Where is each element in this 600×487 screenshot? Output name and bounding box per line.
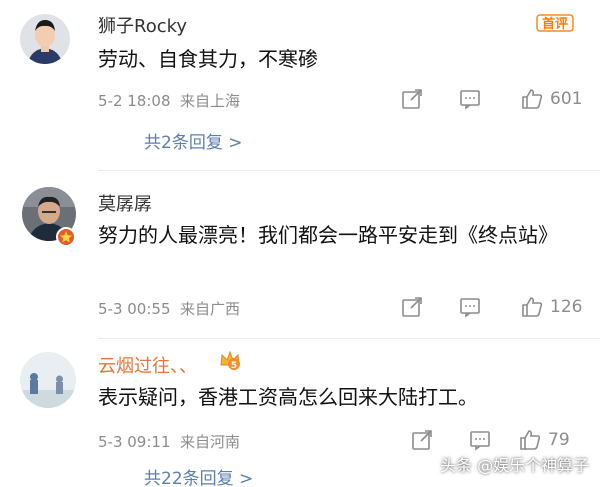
- share-icon[interactable]: [410, 428, 434, 452]
- comment-actions: 126: [400, 295, 582, 319]
- comment-meta: 5-3 00:55 来自广西: [98, 298, 240, 319]
- comment-meta: 5-2 18:08 来自上海: [98, 90, 240, 111]
- comment-location: 来自上海: [180, 92, 241, 110]
- username[interactable]: 莫孱孱: [98, 190, 152, 216]
- comment-location: 来自广西: [180, 300, 241, 318]
- avatar-3[interactable]: [20, 352, 76, 408]
- comment-date: 5-3 09:11: [98, 433, 171, 451]
- thumbs-up-icon[interactable]: [520, 295, 544, 319]
- crown-icon: 5: [218, 349, 242, 371]
- view-replies-link[interactable]: 共2条回复 >: [144, 128, 242, 153]
- username[interactable]: 狮子Rocky: [98, 12, 187, 38]
- comment-text: 劳动、自食其力，不寒碜: [98, 47, 318, 71]
- vip-badge: [56, 227, 76, 247]
- comment-actions: 601: [400, 87, 582, 111]
- share-icon[interactable]: [400, 87, 424, 111]
- like-count: 601: [550, 89, 583, 109]
- avatar-1[interactable]: [20, 14, 70, 64]
- comment-icon[interactable]: [458, 87, 482, 111]
- like-count: 126: [550, 297, 583, 317]
- thumbs-up-icon[interactable]: [520, 87, 544, 111]
- share-icon[interactable]: [400, 295, 424, 319]
- comment-date: 5-3 00:55: [98, 300, 171, 318]
- watermark: 头条 @娱乐个神算子: [440, 456, 590, 475]
- username[interactable]: 云烟过往、、: [98, 352, 197, 378]
- comment-icon[interactable]: [458, 295, 482, 319]
- comment-text: 努力的人最漂亮！我们都会一路平安走到《终点站》: [98, 223, 558, 247]
- thumbs-up-icon[interactable]: [518, 428, 542, 452]
- divider: [98, 338, 600, 339]
- svg-text:首评: 首评: [542, 16, 568, 32]
- first-comment-badge: 首评: [536, 12, 576, 34]
- divider: [98, 170, 600, 171]
- comment-location: 来自河南: [180, 433, 241, 451]
- comment-meta: 5-3 09:11 来自河南: [98, 431, 240, 452]
- comment-icon[interactable]: [468, 428, 492, 452]
- comment-text: 表示疑问，香港工资高怎么回来大陆打工。: [98, 385, 478, 409]
- view-replies-link[interactable]: 共22条回复 >: [144, 464, 253, 487]
- like-count: 79: [548, 430, 570, 450]
- svg-text:5: 5: [231, 361, 237, 371]
- comment-actions: 79: [410, 428, 570, 452]
- comment-date: 5-2 18:08: [98, 92, 171, 110]
